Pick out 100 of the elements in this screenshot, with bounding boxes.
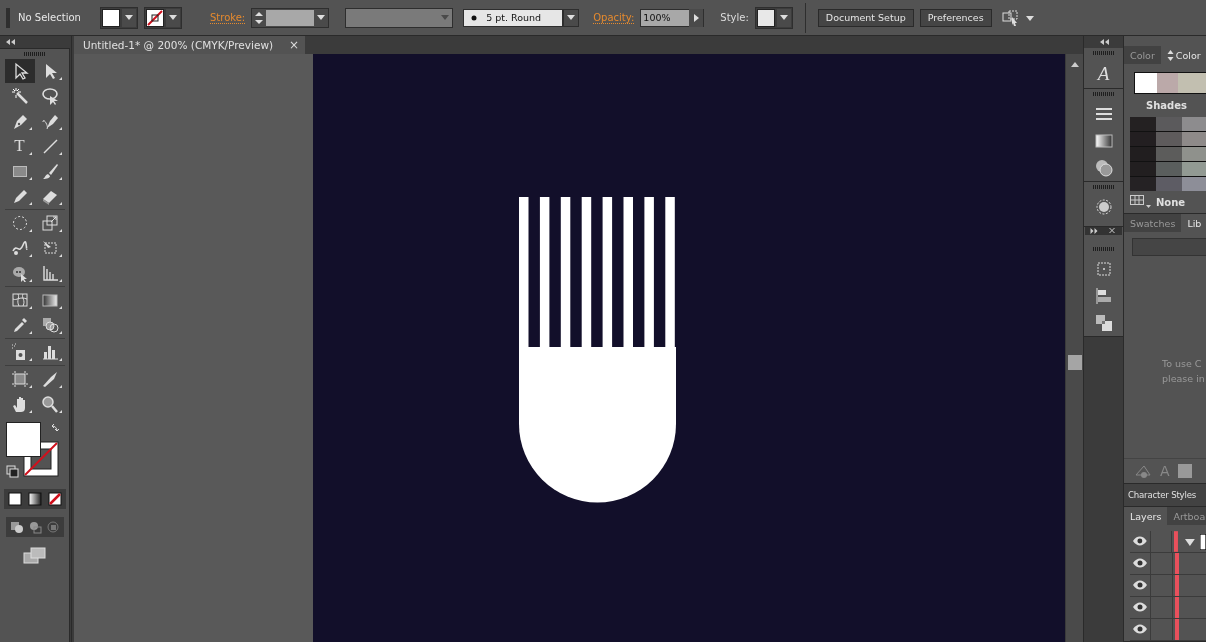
color-mode-icon[interactable]: [6, 491, 23, 507]
shade-swatch[interactable]: [1130, 132, 1156, 146]
grip-icon[interactable]: [1092, 247, 1115, 251]
panel-tab[interactable]: Character Styles: [1128, 490, 1206, 501]
panel-header-icon[interactable]: [1085, 227, 1122, 235]
knife-icon: [40, 370, 59, 388]
panel-tab[interactable]: Artboa: [1167, 507, 1206, 525]
none-mode-icon[interactable]: [46, 491, 63, 507]
caret-icon: [317, 15, 326, 20]
gradient-square-icon: [40, 291, 59, 309]
shade-swatch[interactable]: [1182, 147, 1206, 161]
panel-tab[interactable]: Swatches: [1124, 214, 1182, 232]
shade-swatch[interactable]: [1130, 162, 1156, 176]
caret-icon: [779, 15, 788, 20]
pathfinder-icon[interactable]: [1094, 314, 1113, 332]
gradient-mode-icon[interactable]: [26, 491, 43, 507]
stroke-lines-icon[interactable]: [1094, 105, 1113, 123]
collapse-icon[interactable]: [4, 38, 16, 46]
toolbar-button[interactable]: Preferences: [919, 8, 992, 27]
tool-button[interactable]: T: [4, 134, 35, 158]
eye-icon[interactable]: [1130, 597, 1151, 618]
grip-icon[interactable]: [1092, 185, 1115, 189]
opacity-field[interactable]: 100%: [640, 8, 705, 27]
fill-dropdown[interactable]: [100, 6, 138, 29]
shade-swatch[interactable]: [1130, 147, 1156, 161]
library-message: To use C please in: [1162, 357, 1206, 386]
mesh-icon: [10, 291, 29, 309]
stroke-weight-field[interactable]: [251, 7, 330, 28]
eye-icon[interactable]: [1130, 553, 1151, 574]
draw-inside-icon[interactable]: [44, 519, 61, 535]
shade-swatch[interactable]: [1156, 117, 1182, 131]
style-swatch-icon: [756, 8, 775, 27]
free-transform-icon: [40, 239, 59, 257]
scale-squares-icon: [40, 214, 59, 232]
document-tab[interactable]: Untitled-1* @ 200% (CMYK/Preview) ×: [74, 36, 305, 54]
dashed-circle-icon: [10, 214, 29, 232]
shade-swatch[interactable]: [1156, 132, 1182, 146]
bar-graph-icon: [40, 343, 59, 361]
warp-icon: [10, 239, 29, 257]
dashed-circle-icon[interactable]: [1094, 198, 1113, 216]
shade-swatch[interactable]: [1130, 177, 1156, 191]
square-icon[interactable]: [1177, 464, 1192, 479]
updown-icon: [1166, 49, 1174, 61]
screen-mode-icon[interactable]: [22, 547, 47, 565]
transform-icon[interactable]: [1094, 260, 1113, 278]
shade-swatch[interactable]: [1182, 177, 1206, 191]
scroll-thumb[interactable]: [1067, 355, 1082, 370]
tool-button[interactable]: [4, 59, 35, 83]
grip-icon[interactable]: [6, 7, 10, 28]
caret-icon: [169, 15, 177, 20]
draw-normal-icon[interactable]: [8, 519, 25, 535]
eye-icon[interactable]: [1130, 575, 1151, 596]
lasso-icon: [40, 87, 59, 105]
vertical-scrollbar[interactable]: [1065, 54, 1083, 642]
panel-tab[interactable]: Lib: [1181, 214, 1206, 232]
toolbar-button[interactable]: Document Setup: [817, 8, 914, 27]
overlapping-circles-icon[interactable]: [1094, 159, 1113, 177]
panel-tab[interactable]: Layers: [1124, 507, 1168, 525]
shade-swatch[interactable]: [1156, 177, 1182, 191]
eye-icon[interactable]: [1130, 619, 1151, 640]
variable-width-dropdown[interactable]: [345, 7, 454, 28]
brush-dropdown[interactable]: 5 pt. Round: [463, 8, 564, 27]
close-button[interactable]: ×: [288, 38, 299, 52]
grid-menu-icon[interactable]: [1130, 195, 1152, 209]
magic-wand-icon: [10, 87, 29, 105]
stroke-dropdown[interactable]: [144, 6, 182, 29]
pen-curve-icon: [40, 112, 59, 130]
layer-row[interactable]: [1130, 575, 1206, 597]
magnifier-icon: [40, 395, 59, 413]
layer-row[interactable]: [1130, 553, 1206, 575]
grip-icon[interactable]: [1092, 51, 1115, 55]
blend-shapes-icon: [40, 316, 59, 334]
artboard-icon: [10, 370, 29, 388]
shape-builder-icon: [10, 264, 29, 282]
layer-thumbnail-icon: [1200, 533, 1206, 550]
color-spectrum[interactable]: [1134, 72, 1206, 94]
layer-row[interactable]: [1130, 619, 1206, 641]
panel-tab[interactable]: Color: [1124, 46, 1161, 64]
style-dropdown[interactable]: [754, 6, 793, 29]
scroll-up-icon[interactable]: [1069, 60, 1080, 68]
shade-swatch[interactable]: [1156, 162, 1182, 176]
no-stroke-swatch-icon: [146, 8, 164, 27]
panel-tab[interactable]: Color: [1160, 46, 1206, 64]
grip-icon[interactable]: [1092, 92, 1115, 96]
layer-row[interactable]: [1130, 597, 1206, 619]
shade-swatch[interactable]: [1182, 132, 1206, 146]
eye-icon[interactable]: [1130, 531, 1151, 552]
caret-icon: [125, 15, 133, 20]
shade-swatch[interactable]: [1156, 147, 1182, 161]
shade-swatch[interactable]: [1130, 117, 1156, 131]
grip-icon[interactable]: [23, 52, 46, 56]
shade-swatch[interactable]: [1182, 117, 1206, 131]
dot-icon: [470, 13, 479, 22]
caret-icon: [441, 15, 450, 20]
expand-triangle-icon[interactable]: [1184, 536, 1197, 547]
arrange-documents-icon[interactable]: [1001, 8, 1036, 27]
shade-swatch[interactable]: [1182, 162, 1206, 176]
gradient-square-icon[interactable]: [1094, 132, 1113, 150]
character-styles-button[interactable]: A: [1097, 64, 1110, 84]
align-icon[interactable]: [1094, 287, 1113, 305]
